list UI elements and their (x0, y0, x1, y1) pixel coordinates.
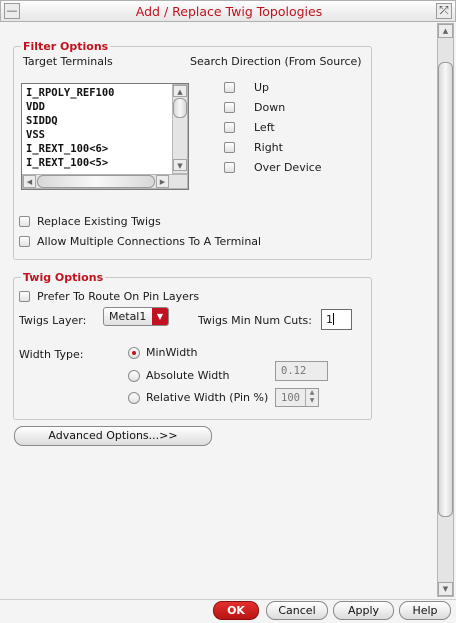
window-scroll-thumb[interactable] (438, 62, 453, 517)
chevron-down-icon[interactable]: ▼ (152, 308, 168, 325)
absolute-width-label: Absolute Width (146, 369, 230, 382)
twig-options-legend: Twig Options (21, 271, 106, 284)
footer-divider (0, 599, 456, 600)
window-scroll-down-icon[interactable]: ▼ (438, 582, 453, 596)
allow-multiple-label: Allow Multiple Connections To A Terminal (37, 235, 262, 248)
window-title: Add / Replace Twig Topologies (135, 4, 323, 19)
direction-over-device-label: Over Device (254, 161, 322, 174)
cancel-button[interactable]: Cancel (266, 601, 328, 620)
scroll-up-arrow-icon[interactable]: ▲ (173, 85, 187, 97)
width-type-label: Width Type: (19, 348, 84, 361)
list-item[interactable]: I_RPOLY_REF100 (26, 87, 115, 99)
twigs-layer-value: Metal1 (109, 310, 147, 323)
replace-existing-label: Replace Existing Twigs (37, 215, 161, 228)
apply-button[interactable]: Apply (333, 601, 394, 620)
min-num-cuts-value: 1 (326, 313, 333, 326)
direction-down-checkbox[interactable] (224, 102, 235, 113)
prefer-pin-layers-label: Prefer To Route On Pin Layers (37, 290, 200, 303)
absolute-width-radio[interactable] (128, 370, 140, 382)
twigs-layer-select[interactable]: Metal1 ▼ (103, 307, 169, 326)
target-terminals-label: Target Terminals (23, 55, 113, 68)
list-item[interactable]: VDD (26, 101, 45, 113)
scroll-left-arrow-icon[interactable]: ◀ (23, 175, 36, 188)
scroll-right-arrow-icon[interactable]: ▶ (156, 175, 169, 188)
twigs-layer-label: Twigs Layer: (19, 314, 87, 327)
close-icon[interactable]: ⤱ (436, 3, 452, 19)
prefer-pin-layers-checkbox[interactable] (19, 291, 30, 302)
absolute-width-field[interactable]: 0.12 (275, 361, 328, 381)
replace-existing-checkbox[interactable] (19, 216, 30, 227)
direction-up-checkbox[interactable] (224, 82, 235, 93)
relative-width-radio[interactable] (128, 392, 140, 404)
direction-up-label: Up (254, 81, 270, 94)
filter-options-legend: Filter Options (21, 40, 111, 53)
list-item[interactable]: I_REXT_100<5> (26, 157, 108, 169)
direction-left-checkbox[interactable] (224, 122, 235, 133)
list-horizontal-scroll-thumb[interactable] (37, 175, 155, 188)
direction-right-checkbox[interactable] (224, 142, 235, 153)
direction-over-device-checkbox[interactable] (224, 162, 235, 173)
scroll-down-arrow-icon[interactable]: ▼ (173, 159, 187, 171)
list-item[interactable]: I_REXT_100<6> (26, 143, 108, 155)
direction-right-label: Right (254, 141, 283, 154)
min-width-label: MinWidth (146, 346, 198, 359)
help-button[interactable]: Help (399, 601, 451, 620)
list-item[interactable]: VSS (26, 129, 45, 141)
min-width-radio[interactable] (128, 347, 140, 359)
advanced-options-button[interactable]: Advanced Options...>> (14, 426, 212, 446)
target-terminals-listbox[interactable]: I_RPOLY_REF100 VDD SIDDQ VSS I_REXT_100<… (21, 83, 189, 190)
search-direction-label: Search Direction (From Source) (190, 55, 362, 68)
list-item[interactable]: SIDDQ (26, 115, 58, 127)
min-num-cuts-label: Twigs Min Num Cuts: (198, 314, 312, 327)
direction-left-label: Left (254, 121, 275, 134)
min-num-cuts-input[interactable]: 1 (321, 309, 352, 330)
title-bar: — Add / Replace Twig Topologies ⤱ (0, 0, 456, 22)
allow-multiple-checkbox[interactable] (19, 236, 30, 247)
relative-width-label: Relative Width (Pin %) (146, 391, 269, 404)
direction-down-label: Down (254, 101, 286, 114)
relative-width-stepper[interactable]: ▲ ▼ (305, 389, 318, 406)
window-scroll-up-icon[interactable]: ▲ (438, 24, 453, 38)
ok-button[interactable]: OK (213, 601, 259, 620)
list-vertical-scroll-thumb[interactable] (173, 98, 187, 118)
